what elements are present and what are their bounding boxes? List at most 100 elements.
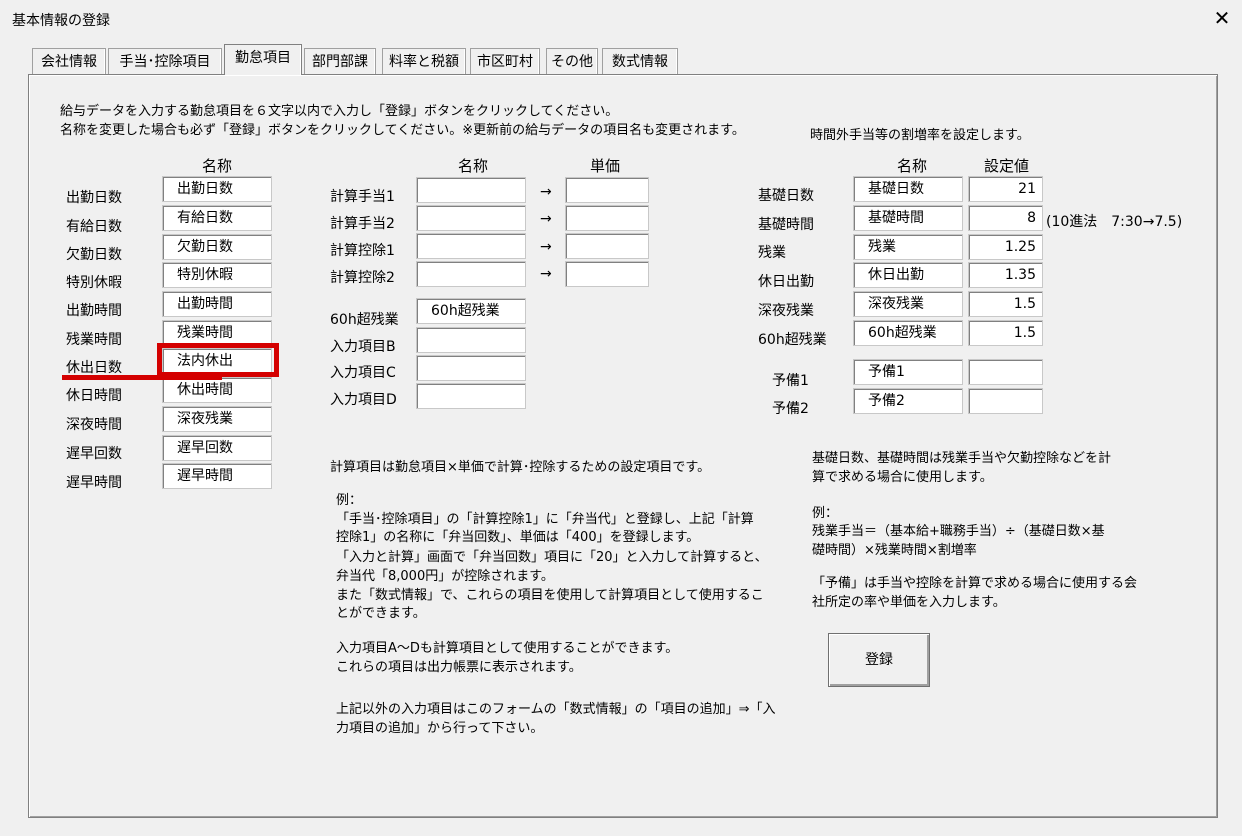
rate-name-field[interactable]: 基礎時間 xyxy=(853,205,963,231)
base-note: 基礎日数、基礎時間は残業手当や欠勤控除などを計 xyxy=(812,451,1112,466)
tab-allowance-deduction[interactable]: 手当･控除項目 xyxy=(108,48,222,74)
close-icon[interactable]: ✕ xyxy=(1210,6,1234,30)
rate-value-field[interactable]: 1.35 xyxy=(968,262,1043,288)
attendance-name-field[interactable]: 遅早時間 xyxy=(162,463,272,489)
rate-value-field[interactable]: 1.25 xyxy=(968,234,1043,260)
highlight-underline xyxy=(62,375,222,380)
example-line: また「数式情報」で、これらの項目を使用して計算項目として使用するこ xyxy=(336,588,764,603)
attendance-label: 特別休暇 xyxy=(66,275,122,291)
input-item-field[interactable] xyxy=(416,355,526,381)
attendance-label: 欠勤日数 xyxy=(66,247,122,263)
arrow-right-icon: → xyxy=(540,239,552,255)
tab-municipalities[interactable]: 市区町村 xyxy=(470,48,540,74)
rate-label: 残業 xyxy=(758,245,786,261)
spare-name-field[interactable]: 予備1 xyxy=(853,359,963,385)
tab-formula-info[interactable]: 数式情報 xyxy=(602,48,678,74)
left-name-header: 名称 xyxy=(202,157,233,175)
attendance-label: 遅早回数 xyxy=(66,446,122,462)
rate-name-header: 名称 xyxy=(897,157,928,175)
attendance-label: 出勤時間 xyxy=(66,303,122,319)
rate-label: 休日出勤 xyxy=(758,274,814,290)
example-line: 控除1」の名称に「弁当回数」、単価は「400」を登録します。 xyxy=(336,530,700,545)
calc-price-field[interactable] xyxy=(565,233,649,259)
rate-value-field[interactable]: 8 xyxy=(968,205,1043,231)
intro-line-1: 給与データを入力する勤怠項目を６文字以内で入力し「登録」ボタンをクリックしてくだ… xyxy=(60,104,619,119)
intro-line-2: 名称を変更した場合も必ず「登録」ボタンをクリックしてください。※更新前の給与デー… xyxy=(60,123,745,138)
example-line: 例： xyxy=(336,493,363,508)
arrow-right-icon: → xyxy=(540,184,552,200)
rate-example: 例： xyxy=(812,506,839,521)
tab-rates-taxes[interactable]: 料率と税額 xyxy=(382,48,466,74)
spare-name-field[interactable]: 予備2 xyxy=(853,388,963,414)
attendance-name-field[interactable]: 欠勤日数 xyxy=(162,234,272,260)
calc-price-field[interactable] xyxy=(565,205,649,231)
example-line: 弁当代「8,000円」が控除されます。 xyxy=(336,569,554,584)
spare-value-field[interactable] xyxy=(968,359,1043,385)
arrow-right-icon: → xyxy=(540,211,552,227)
rate-value-field[interactable]: 1.5 xyxy=(968,320,1043,346)
attendance-name-field[interactable]: 出勤日数 xyxy=(162,176,272,202)
attendance-label: 休日時間 xyxy=(66,388,122,404)
input-item-field[interactable] xyxy=(416,327,526,353)
calc-name-field[interactable] xyxy=(416,205,526,231)
attendance-name-field[interactable]: 特別休暇 xyxy=(162,262,272,288)
input-item-field[interactable]: 60h超残業 xyxy=(416,298,526,324)
calc-label: 計算控除1 xyxy=(330,243,395,259)
calc-name-field[interactable] xyxy=(416,177,526,203)
input-item-note: 入力項目A～Dも計算項目として使用することができます。 xyxy=(336,641,679,656)
attendance-name-field[interactable]: 出勤時間 xyxy=(162,291,272,317)
spare-value-field[interactable] xyxy=(968,388,1043,414)
input-item-field[interactable] xyxy=(416,383,526,409)
attendance-label: 有給日数 xyxy=(66,219,122,235)
rate-name-field[interactable]: 休日出勤 xyxy=(853,262,963,288)
rate-label: 深夜残業 xyxy=(758,303,814,319)
tab-company-info[interactable]: 会社情報 xyxy=(32,48,106,74)
calc-note: 計算項目は勤怠項目×単価で計算･控除するための設定項目です。 xyxy=(330,460,711,475)
rate-value-field[interactable]: 1.5 xyxy=(968,291,1043,317)
attendance-label: 深夜時間 xyxy=(66,417,122,433)
rate-name-field[interactable]: 残業 xyxy=(853,234,963,260)
rate-value-field[interactable]: 21 xyxy=(968,176,1043,202)
attendance-label: 休出日数 xyxy=(66,360,122,376)
attendance-name-field[interactable]: 有給日数 xyxy=(162,205,272,231)
tab-attendance[interactable]: 勤怠項目 xyxy=(224,44,302,75)
attendance-label: 出勤日数 xyxy=(66,190,122,206)
rate-caption: 時間外手当等の割増率を設定します。 xyxy=(810,128,1030,143)
example-line: 「手当･控除項目」の「計算控除1」に「弁当代」と登録し、上記「計算 xyxy=(336,512,754,527)
tab-other[interactable]: その他 xyxy=(546,48,598,74)
additional-note: 上記以外の入力項目はこのフォームの「数式情報」の「項目の追加」⇒「入 xyxy=(336,702,776,717)
calc-price-field[interactable] xyxy=(565,177,649,203)
calc-label: 計算控除2 xyxy=(330,270,395,286)
calc-label: 計算手当2 xyxy=(330,216,395,232)
attendance-label: 残業時間 xyxy=(66,332,122,348)
title-bar xyxy=(0,0,1242,40)
calc-name-field[interactable] xyxy=(416,261,526,287)
rate-example: 礎時間）×残業時間×割増率 xyxy=(812,543,977,558)
base-note: 算で求める場合に使用します。 xyxy=(812,470,993,485)
calc-price-header: 単価 xyxy=(590,157,621,175)
window-title: 基本情報の登録 xyxy=(12,13,110,29)
attendance-name-field[interactable]: 休出時間 xyxy=(162,377,272,403)
tab-departments[interactable]: 部門部課 xyxy=(304,48,376,74)
calc-name-header: 名称 xyxy=(458,157,489,175)
rate-name-field[interactable]: 基礎日数 xyxy=(853,176,963,202)
attendance-label: 遅早時間 xyxy=(66,475,122,491)
rate-name-field[interactable]: 深夜残業 xyxy=(853,291,963,317)
rate-value-header: 設定値 xyxy=(984,157,1030,175)
register-button[interactable]: 登録 xyxy=(828,633,930,687)
rate-label: 60h超残業 xyxy=(758,332,827,348)
arrow-right-icon: → xyxy=(540,266,552,282)
calc-price-field[interactable] xyxy=(565,261,649,287)
calc-name-field[interactable] xyxy=(416,233,526,259)
input-item-label: 入力項目D xyxy=(330,392,397,408)
input-item-label: 入力項目C xyxy=(330,365,396,381)
spare-note: 社所定の率や単価を入力します。 xyxy=(812,595,1006,610)
attendance-name-field[interactable]: 遅早回数 xyxy=(162,435,272,461)
spare-label: 予備2 xyxy=(772,401,809,417)
rate-name-field[interactable]: 60h超残業 xyxy=(853,320,963,346)
additional-note: 力項目の追加」から行って下さい。 xyxy=(336,721,544,736)
rate-example: 残業手当＝（基本給+職務手当）÷（基礎日数×基 xyxy=(812,524,1105,539)
attendance-name-field[interactable]: 深夜残業 xyxy=(162,406,272,432)
example-line: 「入力と計算」画面で「弁当回数」項目に「20」と入力して計算すると、 xyxy=(336,550,768,565)
decimal-hint: (10進法 7:30→7.5) xyxy=(1046,214,1183,230)
